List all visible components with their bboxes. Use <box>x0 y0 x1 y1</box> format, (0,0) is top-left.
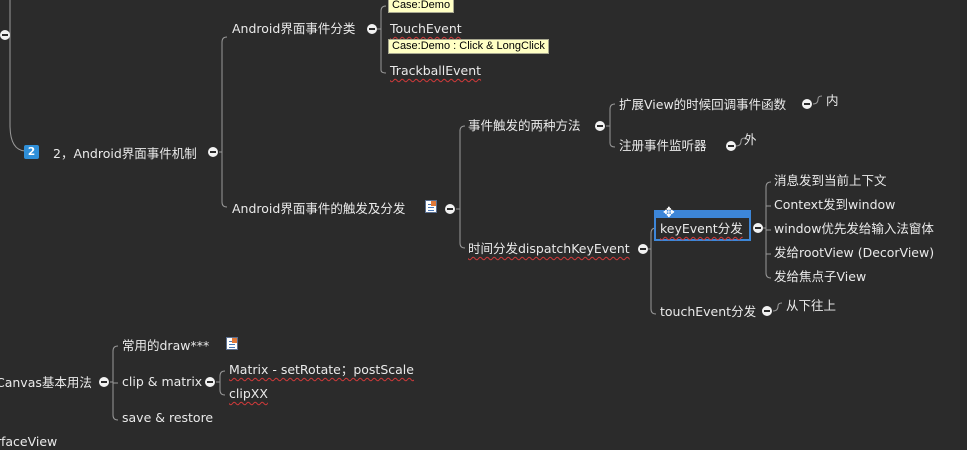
note-case-demo: Case:Demo <box>388 0 455 13</box>
collapse-icon[interactable] <box>445 204 455 214</box>
collapse-icon[interactable] <box>367 24 377 34</box>
collapse-icon[interactable] <box>762 306 772 316</box>
node-save-restore[interactable]: save & restore <box>122 410 213 426</box>
node-root-view[interactable]: 发给rootView (DecorView) <box>774 245 934 261</box>
collapse-icon[interactable] <box>208 147 218 157</box>
node-outer[interactable]: 外 <box>744 132 757 148</box>
node-context-window[interactable]: Context发到window <box>774 197 895 213</box>
note-icon[interactable] <box>425 200 437 213</box>
collapse-icon[interactable] <box>726 141 736 151</box>
collapse-icon[interactable] <box>205 377 215 387</box>
note-icon[interactable] <box>226 337 238 350</box>
collapse-icon[interactable] <box>99 377 109 387</box>
node-register-listener[interactable]: 注册事件监听器 <box>619 138 707 154</box>
node-matrix-ops[interactable]: Matrix - setRotate；postScale <box>229 362 414 378</box>
collapse-icon[interactable] <box>0 30 10 40</box>
time-dispatch-label: 时间分发dispatchKeyEvent <box>468 241 630 256</box>
node-event-categories[interactable]: Android界面事件分类 <box>232 21 355 37</box>
collapse-icon[interactable] <box>595 121 605 131</box>
collapse-icon[interactable] <box>802 99 812 109</box>
node-common-draw[interactable]: 常用的draw*** <box>122 338 209 354</box>
note-case-click: Case:Demo : Click & LongClick <box>388 39 549 54</box>
node-surface-view[interactable]: SurfaceView <box>0 434 57 450</box>
node-touch-event[interactable]: TouchEvent <box>390 21 462 37</box>
node-touch-dispatch[interactable]: touchEvent分发 <box>660 304 756 320</box>
node-android-event-mechanism[interactable]: 2，Android界面事件机制 <box>53 146 197 162</box>
node-trackball-event[interactable]: TrackballEvent <box>390 63 481 79</box>
move-cursor-icon: ✥ <box>663 205 675 221</box>
node-key-event[interactable]: keyEvent分发 <box>660 221 743 237</box>
node-extend-view[interactable]: 扩展View的时候回调事件函数 <box>619 97 786 113</box>
node-msg-context[interactable]: 消息发到当前上下文 <box>774 173 887 189</box>
collapse-icon[interactable] <box>753 223 763 233</box>
node-canvas-basics[interactable]: Canvas基本用法 <box>0 375 92 391</box>
node-window-ime[interactable]: window优先发给输入法窗体 <box>774 221 934 237</box>
node-inner[interactable]: 内 <box>826 93 839 109</box>
node-clip-matrix[interactable]: clip & matrix <box>122 374 202 390</box>
collapse-icon[interactable] <box>638 244 648 254</box>
node-event-dispatch[interactable]: Android界面事件的触发及分发 <box>232 201 405 217</box>
priority-badge-icon: 2 <box>24 145 39 159</box>
node-bottom-up[interactable]: 从下往上 <box>786 298 836 314</box>
node-clipxx[interactable]: clipXX <box>229 386 268 402</box>
node-two-trigger-ways[interactable]: 事件触发的两种方法 <box>468 118 581 134</box>
node-focus-child[interactable]: 发给焦点子View <box>774 269 866 285</box>
node-time-dispatch[interactable]: 时间分发dispatchKeyEvent <box>468 241 630 257</box>
